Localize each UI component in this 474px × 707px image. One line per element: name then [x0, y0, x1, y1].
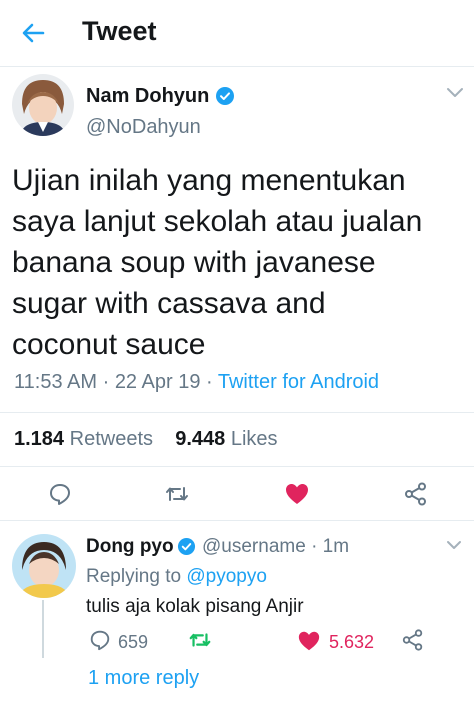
page-title: Tweet	[82, 16, 157, 46]
tweet-text-line: saya lanjut sekolah atau jualan	[12, 205, 423, 238]
comment-bubble-icon[interactable]	[88, 628, 112, 652]
reply-meta: @username · 1m	[202, 536, 349, 558]
thread-line	[42, 600, 44, 658]
tweet-time: 11:53 AM	[14, 371, 98, 393]
tweet-source-link[interactable]: Twitter for Android	[218, 371, 379, 393]
chevron-down-icon[interactable]	[446, 540, 462, 552]
share-icon[interactable]	[403, 481, 429, 507]
separator-dot: ·	[206, 371, 218, 393]
tweet-text-line: coconut sauce	[12, 328, 206, 361]
verified-badge-icon	[216, 87, 234, 105]
retweets-label: Retweets	[69, 428, 153, 450]
tweet-text-line: sugar with cassava and	[12, 287, 326, 320]
top-bar	[0, 0, 474, 67]
verified-badge-icon	[177, 537, 196, 556]
heart-icon[interactable]	[284, 481, 310, 507]
tweet-stats: 1.184 Retweets 9.448 Likes	[14, 428, 278, 451]
tweet-text-line: Ujian inilah yang menentukan	[12, 164, 406, 197]
likes-count: 9.448	[175, 428, 226, 450]
retweets-stat[interactable]: 1.184 Retweets	[14, 428, 153, 450]
tweet-date: 22 Apr 19	[114, 371, 201, 393]
reply-replies-count: 659	[118, 632, 149, 652]
replying-label: Replying to	[86, 566, 182, 587]
reply-author-handle[interactable]: @username	[202, 536, 306, 557]
heart-icon[interactable]	[297, 629, 321, 653]
tweet-meta: 11:53 AM · 22 Apr 19 · Twitter for Andro…	[14, 371, 379, 394]
chevron-down-icon[interactable]	[446, 86, 464, 100]
likes-stat[interactable]: 9.448 Likes	[175, 428, 277, 450]
reply-author-name[interactable]: Dong pyo	[86, 536, 174, 558]
arrow-left-icon[interactable]	[18, 18, 48, 48]
retweet-icon[interactable]	[164, 481, 190, 507]
retweet-icon[interactable]	[188, 628, 212, 652]
divider	[0, 466, 474, 467]
reply-avatar[interactable]	[12, 534, 76, 598]
retweets-count: 1.184	[14, 428, 65, 450]
author-name[interactable]: Nam Dohyun	[86, 85, 209, 108]
separator-dot: ·	[102, 371, 115, 393]
avatar[interactable]	[12, 74, 74, 136]
divider	[0, 412, 474, 413]
author-handle[interactable]: @NoDahyun	[86, 116, 201, 139]
comment-bubble-icon[interactable]	[47, 481, 73, 507]
divider	[0, 520, 474, 521]
replying-to-mention[interactable]: @pyopyo	[186, 566, 267, 587]
likes-label: Likes	[230, 428, 278, 450]
more-replies-link[interactable]: 1 more reply	[88, 667, 199, 690]
tweet-text-line: banana soup with javanese	[12, 246, 376, 279]
tweet-text: Ujian inilah yang menentukan saya lanjut…	[12, 160, 468, 365]
reply-time: 1m	[322, 536, 350, 557]
reply-text: tulis aja kolak pisang Anjir	[86, 596, 304, 617]
separator-dot: ·	[311, 536, 323, 557]
replying-to: Replying to @pyopyo	[86, 566, 267, 588]
reply-likes-count: 5.632	[329, 632, 375, 652]
share-icon[interactable]	[401, 628, 425, 652]
